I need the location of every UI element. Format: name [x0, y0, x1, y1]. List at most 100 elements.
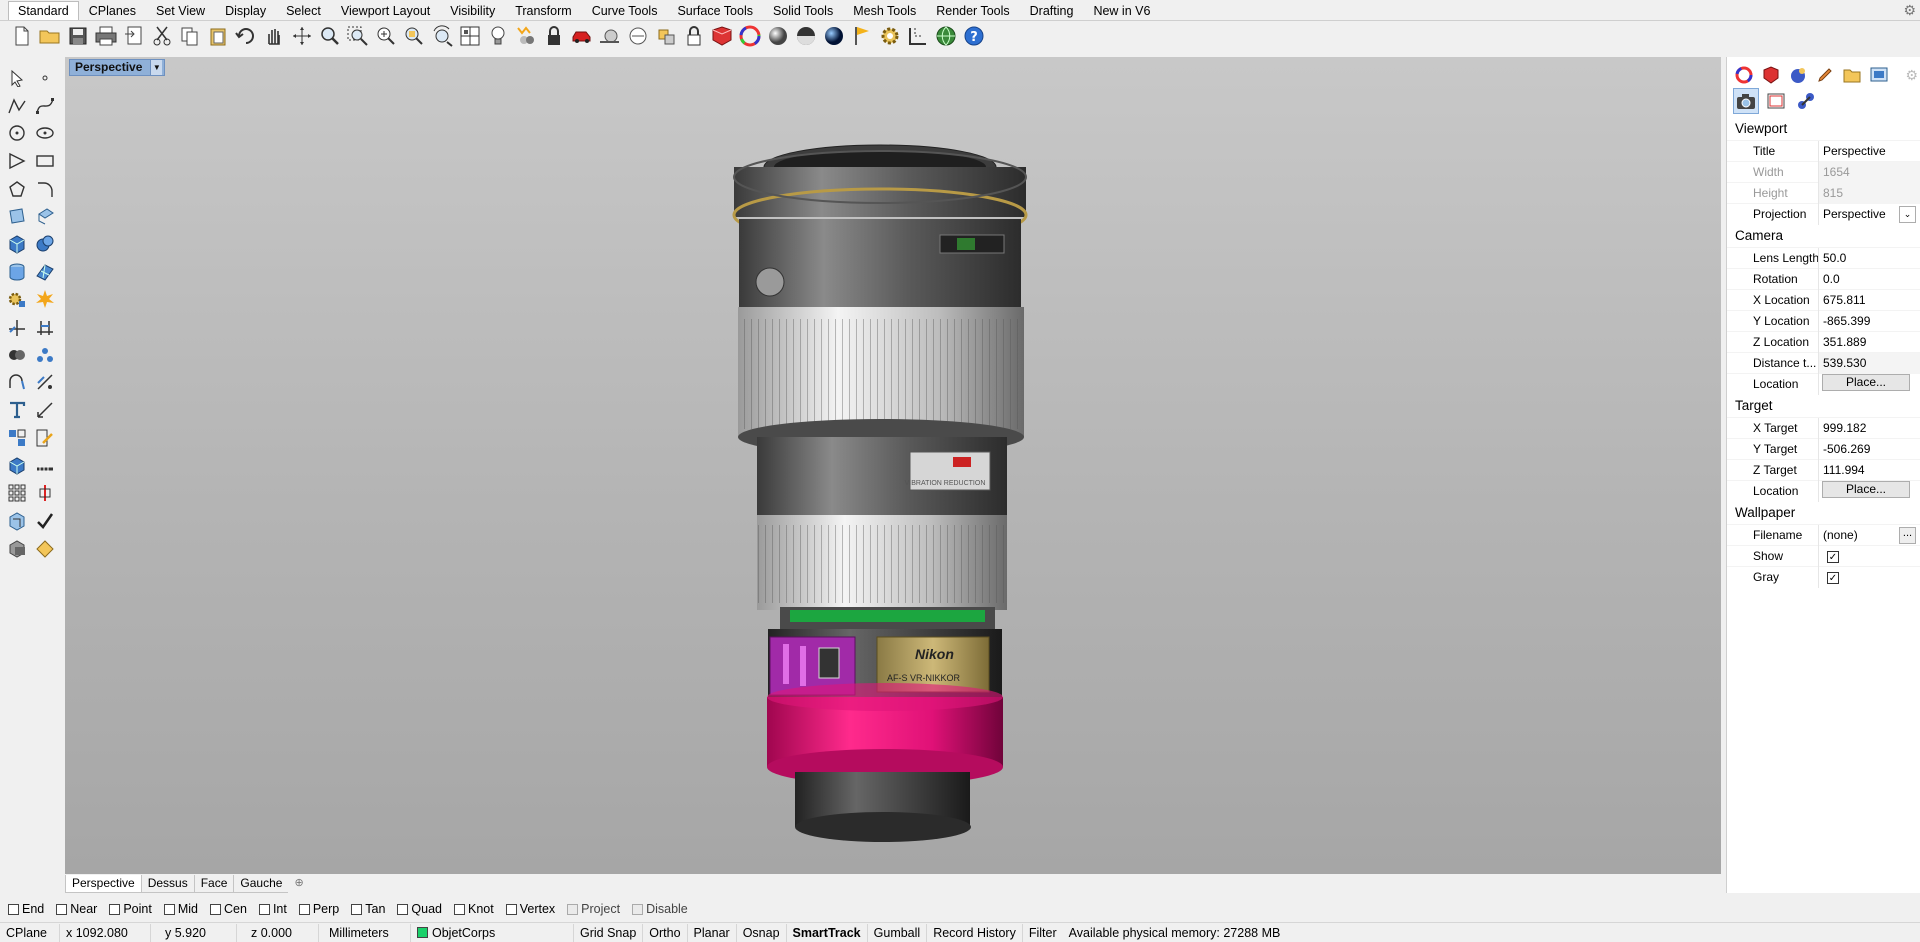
viewport-tab-perspective[interactable]: Perspective: [65, 875, 142, 893]
viewport-tab-dessus[interactable]: Dessus: [140, 875, 195, 893]
record-history-toggle[interactable]: Record History: [927, 923, 1023, 942]
osnap-mid[interactable]: Mid: [163, 902, 198, 916]
osnap-project[interactable]: Project: [567, 902, 620, 916]
material-icon[interactable]: [33, 537, 56, 560]
smarttrack-toggle[interactable]: SmartTrack: [787, 923, 868, 942]
arc-icon[interactable]: [5, 149, 28, 172]
edit-points-icon[interactable]: [33, 426, 56, 449]
offset-icon[interactable]: [33, 371, 56, 394]
tab-drafting[interactable]: Drafting: [1020, 1, 1084, 20]
perspective-viewport[interactable]: Perspective ▼ VIBRATION REDUCTION Nikon …: [65, 57, 1721, 874]
tab-surface-tools[interactable]: Surface Tools: [667, 1, 763, 20]
explode-star-icon[interactable]: [33, 288, 56, 311]
filter-icon[interactable]: [514, 24, 538, 48]
gray-checkbox[interactable]: ✓: [1827, 572, 1839, 584]
projection-select[interactable]: Perspective ⌄: [1818, 203, 1920, 225]
rotate-view-icon[interactable]: [290, 24, 314, 48]
rotate-camera-icon[interactable]: [430, 24, 454, 48]
filename-field[interactable]: (none)...: [1818, 524, 1920, 546]
x-location-field[interactable]: 675.811: [1818, 289, 1920, 311]
show-checkbox[interactable]: ✓: [1827, 551, 1839, 563]
tab-set-view[interactable]: Set View: [146, 1, 215, 20]
checkbox-icon[interactable]: [505, 903, 517, 915]
render-icon[interactable]: [5, 537, 28, 560]
dimension-arrow-icon[interactable]: [33, 399, 56, 422]
checkbox-icon[interactable]: [351, 903, 363, 915]
cylinder-icon[interactable]: [5, 260, 28, 283]
block-icon[interactable]: [5, 426, 28, 449]
paste-icon[interactable]: [206, 24, 230, 48]
print-icon[interactable]: [94, 24, 118, 48]
trim-icon[interactable]: [5, 316, 28, 339]
select-arrow-icon[interactable]: [5, 66, 28, 89]
title-field[interactable]: Perspective: [1818, 140, 1920, 162]
tab-render-tools[interactable]: Render Tools: [926, 1, 1019, 20]
filter-toggle[interactable]: Filter: [1023, 924, 1063, 942]
checkbox-icon[interactable]: [632, 903, 644, 915]
ellipse-icon[interactable]: [33, 122, 56, 145]
x-target-field[interactable]: 999.182: [1818, 417, 1920, 439]
checkbox-icon[interactable]: [258, 903, 270, 915]
display-mode-subtab-icon[interactable]: [1793, 88, 1819, 114]
rotation-field[interactable]: 0.0: [1818, 268, 1920, 290]
viewport-frame-subtab-icon[interactable]: [1763, 88, 1789, 114]
import-icon[interactable]: [122, 24, 146, 48]
properties-tab-color-icon[interactable]: [1733, 65, 1755, 85]
rectangle-icon[interactable]: [33, 149, 56, 172]
open-folder-icon[interactable]: [38, 24, 62, 48]
tab-cplanes[interactable]: CPlanes: [79, 1, 146, 20]
osnap-vertex[interactable]: Vertex: [505, 902, 555, 916]
osnap-tan[interactable]: Tan: [351, 902, 385, 916]
new-file-icon[interactable]: [10, 24, 34, 48]
explode-icon[interactable]: [654, 24, 678, 48]
render-sphere-icon[interactable]: [766, 24, 790, 48]
array-icon[interactable]: [5, 482, 28, 505]
split-icon[interactable]: [33, 316, 56, 339]
tab-mesh-tools[interactable]: Mesh Tools: [843, 1, 926, 20]
y-location-field[interactable]: -865.399: [1818, 310, 1920, 332]
four-viewports-icon[interactable]: [458, 24, 482, 48]
checkbox-icon[interactable]: [454, 903, 465, 915]
viewport-tab-face[interactable]: Face: [193, 875, 235, 893]
material-ball-icon[interactable]: [794, 24, 818, 48]
tab-visibility[interactable]: Visibility: [440, 1, 505, 20]
measure-icon[interactable]: [33, 454, 56, 477]
bounding-box-icon[interactable]: [5, 509, 28, 532]
polygon-icon[interactable]: [5, 177, 28, 200]
cplane-indicator[interactable]: CPlane: [0, 923, 60, 942]
properties-flag-icon[interactable]: [850, 24, 874, 48]
files-tab-icon[interactable]: [1841, 65, 1863, 85]
text-icon[interactable]: [5, 399, 28, 422]
environment-map-icon[interactable]: [822, 24, 846, 48]
extrude-surface-icon[interactable]: [33, 205, 56, 228]
light-bulb-icon[interactable]: [486, 24, 510, 48]
zoom-icon[interactable]: [318, 24, 342, 48]
solid-box-icon[interactable]: [5, 454, 28, 477]
checkbox-icon[interactable]: [397, 903, 409, 915]
group-icon[interactable]: [33, 343, 56, 366]
snail-icon[interactable]: [598, 24, 622, 48]
globe-icon[interactable]: [934, 24, 958, 48]
checkbox-icon[interactable]: [298, 903, 310, 915]
add-viewport-icon[interactable]: ⊕: [288, 875, 310, 893]
lock-icon[interactable]: [542, 24, 566, 48]
gumball-toggle[interactable]: Gumball: [868, 923, 928, 942]
y-target-field[interactable]: -506.269: [1818, 438, 1920, 460]
check-icon[interactable]: [33, 509, 56, 532]
color-wheel-icon[interactable]: [738, 24, 762, 48]
osnap-toggle[interactable]: Osnap: [737, 923, 787, 942]
panel-options-gear-icon[interactable]: ⚙: [1905, 67, 1918, 84]
sphere-solid-icon[interactable]: [33, 232, 56, 255]
render-tab-icon[interactable]: [1787, 65, 1809, 85]
camera-place-button[interactable]: Place...: [1822, 373, 1910, 391]
shade-material-icon[interactable]: [710, 24, 734, 48]
osnap-perp[interactable]: Perp: [298, 902, 339, 916]
tab-solid-tools[interactable]: Solid Tools: [763, 1, 843, 20]
checkbox-icon[interactable]: [109, 903, 121, 915]
layers-tab-icon[interactable]: [1760, 65, 1782, 85]
light-gear-icon[interactable]: [5, 288, 28, 311]
join-curve-icon[interactable]: [5, 371, 28, 394]
target-place-button[interactable]: Place...: [1822, 480, 1910, 498]
grid-snap-toggle[interactable]: Grid Snap: [574, 923, 644, 942]
save-icon[interactable]: [66, 24, 90, 48]
